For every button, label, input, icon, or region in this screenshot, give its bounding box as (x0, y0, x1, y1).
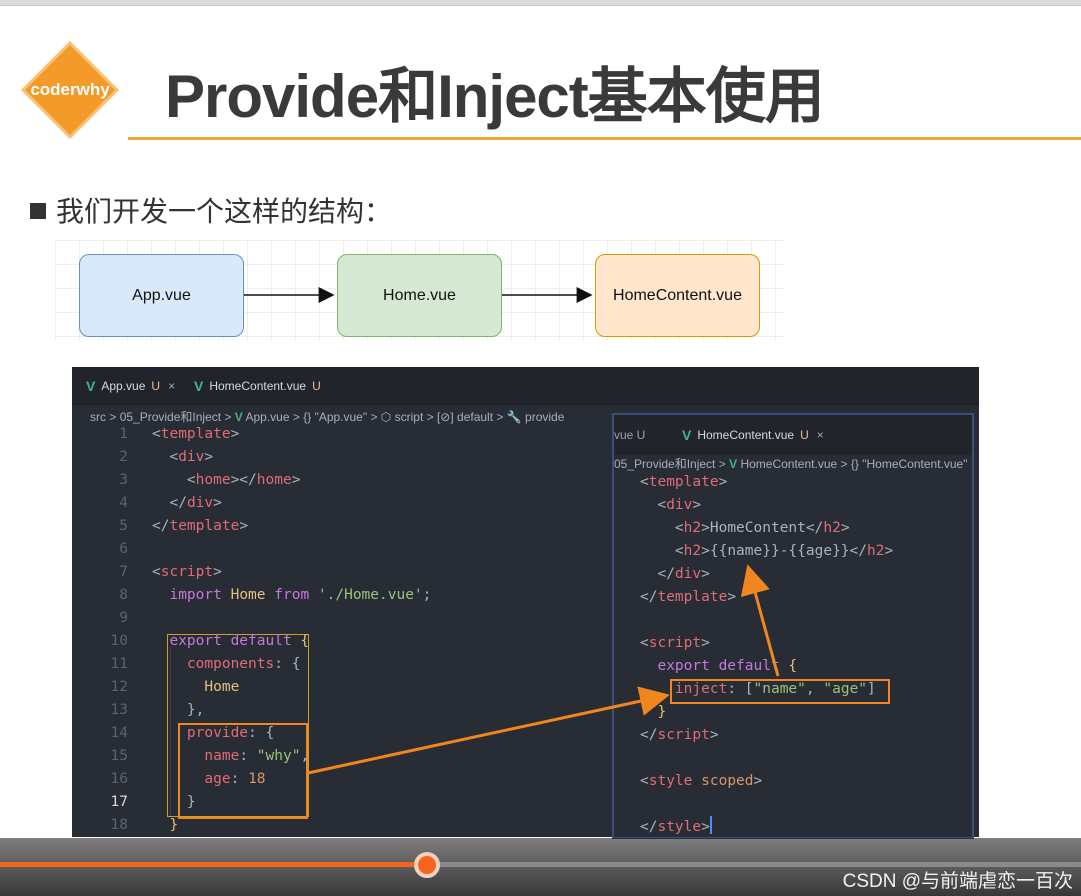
progress-knob[interactable] (413, 852, 440, 878)
line-number: 1 (119, 426, 128, 442)
slide-title: Provide和Inject基本使用 (165, 63, 825, 130)
vue-icon: V (234, 410, 243, 424)
tab-partial-app-vue[interactable]: vue U (614, 415, 645, 455)
inject-highlight-box (670, 679, 890, 704)
tab-status: U (151, 379, 161, 393)
line-number: 14 (110, 725, 128, 741)
csdn-watermark: CSDN @与前端虐恋一百次 (842, 871, 1073, 892)
breadcrumb-src[interactable]: src (90, 410, 106, 424)
title-underline (128, 137, 1081, 140)
tab-status: U (800, 428, 809, 442)
breadcrumb-default[interactable]: [⊘] default (437, 410, 493, 424)
diagram-node-home: Home.vue (337, 254, 502, 337)
line-number: 12 (110, 679, 128, 695)
line-number: 3 (119, 472, 128, 488)
vue-icon: V (682, 427, 692, 443)
progress-played (0, 862, 427, 867)
tab-app-vue[interactable]: V App.vue U × (86, 367, 175, 405)
diagram-node-homecontent: HomeContent.vue (595, 254, 760, 337)
line-number: 5 (119, 518, 128, 534)
text-cursor (709, 816, 712, 834)
editor-tab-bar: V App.vue U × V HomeContent.vue U (72, 367, 979, 405)
tab-status: U (312, 379, 321, 393)
breadcrumb-provide[interactable]: 🔧 provide (507, 410, 565, 424)
tab-label: App.vue (101, 379, 146, 393)
line-number: 6 (119, 541, 128, 557)
bullet-square-icon (30, 203, 46, 219)
line-number: 7 (119, 564, 128, 580)
tab-label: HomeContent.vue (697, 428, 795, 442)
line-number: 13 (110, 702, 128, 718)
line-number: 4 (119, 495, 128, 511)
line-number: 18 (110, 817, 128, 833)
tab-homecontent-vue[interactable]: V HomeContent.vue U (194, 367, 321, 405)
breadcrumb-component[interactable]: {} "App.vue" (303, 410, 367, 424)
homecontent-editor-panel: vue U V HomeContent.vue U × 05_Provide和I… (612, 413, 974, 839)
breadcrumb-folder[interactable]: 05_Provide和Inject (614, 457, 715, 471)
tab-label: HomeContent.vue (209, 379, 307, 393)
line-number: 11 (110, 656, 128, 672)
breadcrumb-file[interactable]: App.vue (245, 410, 289, 424)
window-top-bar (0, 0, 1081, 6)
line-number: 2 (119, 449, 128, 465)
line-number: 15 (110, 748, 128, 764)
line-number: 8 (119, 587, 128, 603)
line-number: 9 (119, 610, 128, 626)
diagram-node-app: App.vue (79, 254, 244, 337)
vue-icon: V (86, 378, 96, 394)
bullet-text: 我们开发一个这样的结构： (56, 196, 393, 227)
provide-highlight-box (178, 723, 308, 819)
close-icon[interactable]: × (168, 379, 175, 393)
breadcrumb-file[interactable]: HomeContent.vue (740, 457, 837, 471)
coderwhy-logo: coderwhy (20, 40, 120, 140)
close-icon[interactable]: × (817, 428, 824, 442)
logo-text: coderwhy (30, 80, 110, 99)
slide-bullet: 我们开发一个这样的结构： (30, 190, 392, 230)
line-number: 10 (110, 633, 128, 649)
breadcrumb-script[interactable]: ⬡ script (381, 410, 423, 424)
line-number: 16 (110, 771, 128, 787)
line-number: 17 (110, 794, 128, 810)
vue-icon: V (194, 378, 204, 394)
tab-homecontent-vue-active[interactable]: V HomeContent.vue U × (682, 415, 824, 455)
panel-tab-bar: vue U V HomeContent.vue U × (614, 415, 972, 455)
breadcrumb-component[interactable]: {} "HomeContent.vue" (851, 457, 968, 471)
vue-icon: V (729, 457, 738, 471)
breadcrumb-folder[interactable]: 05_Provide和Inject (120, 410, 221, 424)
